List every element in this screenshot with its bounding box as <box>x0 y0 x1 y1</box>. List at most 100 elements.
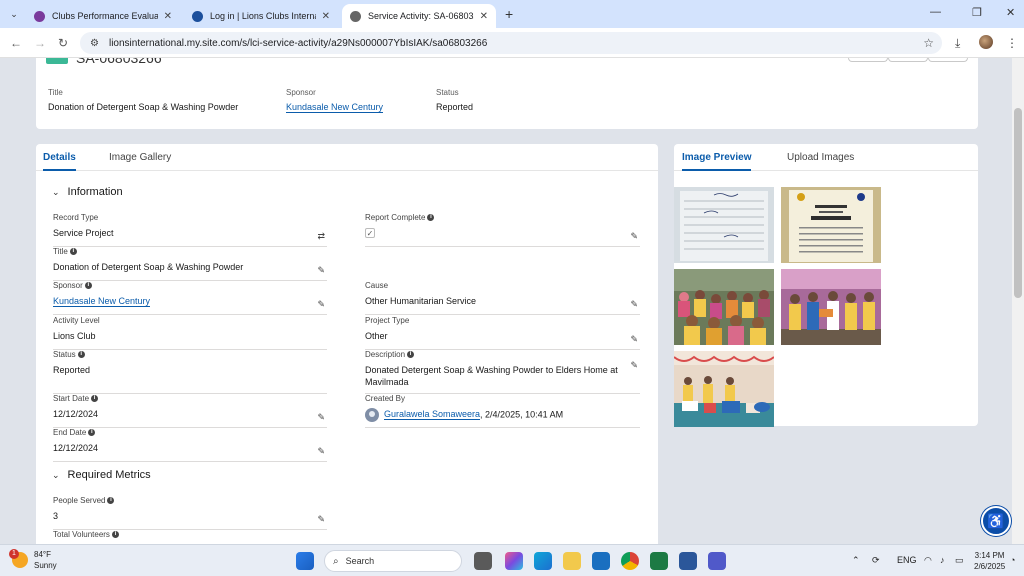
info-icon[interactable]: i <box>91 395 99 402</box>
scrollbar-thumb[interactable] <box>1014 108 1022 298</box>
header-sponsor-field: Sponsor Kundasale New Century <box>286 88 384 113</box>
taskbar-search[interactable]: ⌕ Search <box>324 550 462 572</box>
created-by-user-link[interactable]: Guralawela Somaweera <box>384 409 481 421</box>
copilot-icon[interactable] <box>505 552 523 570</box>
header-action-button[interactable] <box>848 58 888 62</box>
field-sponsor: Sponsor i Kundasale New Century ✎ <box>53 281 327 315</box>
reload-icon[interactable]: ↻ <box>58 36 68 50</box>
weather-widget[interactable]: 1 84°F Sunny <box>9 549 57 571</box>
edit-pencil-icon[interactable]: ✎ <box>317 412 325 423</box>
browser-tab-3-active[interactable]: Service Activity: SA-06803266 ✕ <box>342 4 496 28</box>
chrome-icon[interactable] <box>621 552 639 570</box>
browser-tab-bar: ⌄ Clubs Performance Evaluation S ✕ Log i… <box>0 0 1024 28</box>
info-icon[interactable]: i <box>111 531 119 538</box>
restore-icon[interactable]: ❐ <box>972 6 982 19</box>
info-icon[interactable]: i <box>84 282 92 289</box>
gallery-image-certificate[interactable] <box>781 187 881 263</box>
tab-image-preview[interactable]: Image Preview <box>682 152 752 171</box>
window-close-icon[interactable]: ✕ <box>1006 6 1015 19</box>
url-text: lionsinternational.my.site.com/s/lci-ser… <box>108 37 488 49</box>
volume-icon[interactable]: ♪ <box>940 555 945 565</box>
field-report-complete: Report Complete i ✓ ✎ <box>365 213 640 247</box>
sponsor-link[interactable]: Kundasale New Century <box>53 296 151 307</box>
page-content: SA-06803266 Title Donation of Detergent … <box>0 58 1012 544</box>
edit-pencil-icon[interactable]: ✎ <box>630 231 638 242</box>
minimize-icon[interactable]: — <box>930 6 941 18</box>
info-icon[interactable]: i <box>77 351 85 358</box>
edit-pencil-icon[interactable]: ✎ <box>630 299 638 310</box>
clock[interactable]: 3:14 PM 2/6/2025 <box>974 550 1005 572</box>
record-type-icon <box>46 58 68 64</box>
wifi-icon[interactable]: ◠ <box>924 555 932 566</box>
gallery-image-crowd[interactable] <box>674 269 774 345</box>
info-icon[interactable]: i <box>107 497 115 504</box>
gallery-image-handover[interactable] <box>781 269 881 345</box>
new-tab-icon[interactable]: + <box>505 6 513 22</box>
close-icon[interactable]: ✕ <box>322 11 330 22</box>
header-action-button[interactable] <box>888 58 928 62</box>
details-tabs: Details Image Gallery <box>36 144 658 171</box>
report-complete-checkbox[interactable]: ✓ <box>365 228 375 238</box>
task-view-icon[interactable] <box>474 552 492 570</box>
section-information-header[interactable]: ⌄ Information <box>52 186 123 198</box>
bookmark-star-icon[interactable]: ☆ <box>923 36 934 50</box>
gallery-image-hall[interactable] <box>674 351 774 427</box>
language-indicator[interactable]: ENG <box>897 555 917 565</box>
browser-tab-2[interactable]: Log in | Lions Clubs Internation ✕ <box>184 4 338 28</box>
header-action-button[interactable] <box>928 58 968 62</box>
edit-pencil-icon[interactable]: ✎ <box>317 265 325 276</box>
field-project-type: Project Type Other ✎ <box>365 316 640 350</box>
field-cause: Cause Other Humanitarian Service ✎ <box>365 281 640 315</box>
sync-icon[interactable]: ⟳ <box>872 555 880 566</box>
forward-arrow-icon[interactable]: → <box>34 36 46 50</box>
section-required-metrics-header[interactable]: ⌄ Required Metrics <box>52 469 151 481</box>
notifications-bell-icon[interactable]: ◔ <box>1010 555 1015 565</box>
field-status: Status i Reported <box>53 350 327 394</box>
windows-start-icon[interactable] <box>296 552 314 570</box>
tab-image-gallery[interactable]: Image Gallery <box>109 152 171 169</box>
site-settings-icon[interactable]: ⚙ <box>90 38 99 49</box>
url-field[interactable]: ⚙ lionsinternational.my.site.com/s/lci-s… <box>80 32 942 54</box>
browser-tab-1[interactable]: Clubs Performance Evaluation S ✕ <box>26 4 180 28</box>
teams-icon[interactable] <box>708 552 726 570</box>
lions-favicon-icon <box>192 10 203 22</box>
field-activity-level: Activity Level Lions Club <box>53 316 327 350</box>
header-sponsor-link[interactable]: Kundasale New Century <box>286 102 384 113</box>
field-title: Title i Donation of Detergent Soap & Wash… <box>53 247 327 281</box>
info-icon[interactable]: i <box>427 214 435 221</box>
tab-upload-images[interactable]: Upload Images <box>787 152 854 169</box>
document-photo-icon <box>674 187 774 263</box>
search-icon: ⌕ <box>333 555 339 567</box>
edit-pencil-icon[interactable]: ✎ <box>630 334 638 345</box>
download-icon[interactable]: ⤓ <box>955 36 960 51</box>
edit-pencil-icon[interactable]: ✎ <box>630 360 638 371</box>
edit-pencil-icon[interactable]: ✎ <box>317 299 325 310</box>
edge-icon[interactable] <box>534 552 552 570</box>
file-explorer-icon[interactable] <box>563 552 581 570</box>
excel-icon[interactable] <box>650 552 668 570</box>
info-icon[interactable]: i <box>407 351 415 358</box>
gallery-image-document[interactable] <box>674 187 774 263</box>
hall-photo-icon <box>674 351 774 427</box>
chevron-up-icon[interactable]: ⌃ <box>852 555 860 566</box>
edit-pencil-icon[interactable]: ✎ <box>317 446 325 457</box>
accessibility-button[interactable]: ♿ <box>981 506 1011 536</box>
field-people-served: People Served i 3 ✎ <box>53 496 327 530</box>
change-record-type-icon[interactable]: ⇄ <box>317 231 325 242</box>
page-scrollbar[interactable] <box>1012 58 1024 544</box>
info-icon[interactable]: i <box>88 429 96 436</box>
profile-avatar[interactable] <box>979 35 993 49</box>
battery-icon[interactable]: ▭ <box>955 555 964 566</box>
edit-pencil-icon[interactable]: ✎ <box>317 514 325 525</box>
word-icon[interactable] <box>679 552 697 570</box>
info-icon[interactable]: i <box>69 248 77 255</box>
image-tabs: Image Preview Upload Images <box>674 144 978 171</box>
close-icon[interactable]: ✕ <box>164 11 172 22</box>
menu-kebab-icon[interactable]: ⋮ <box>1006 36 1018 50</box>
tab-details[interactable]: Details <box>43 152 76 171</box>
outlook-icon[interactable] <box>592 552 610 570</box>
address-bar-row: ← → ↻ ⚙ lionsinternational.my.site.com/s… <box>0 28 1024 58</box>
close-icon[interactable]: ✕ <box>480 11 488 22</box>
back-arrow-icon[interactable]: ← <box>10 36 22 50</box>
tab-search-chevron-icon[interactable]: ⌄ <box>6 6 22 22</box>
